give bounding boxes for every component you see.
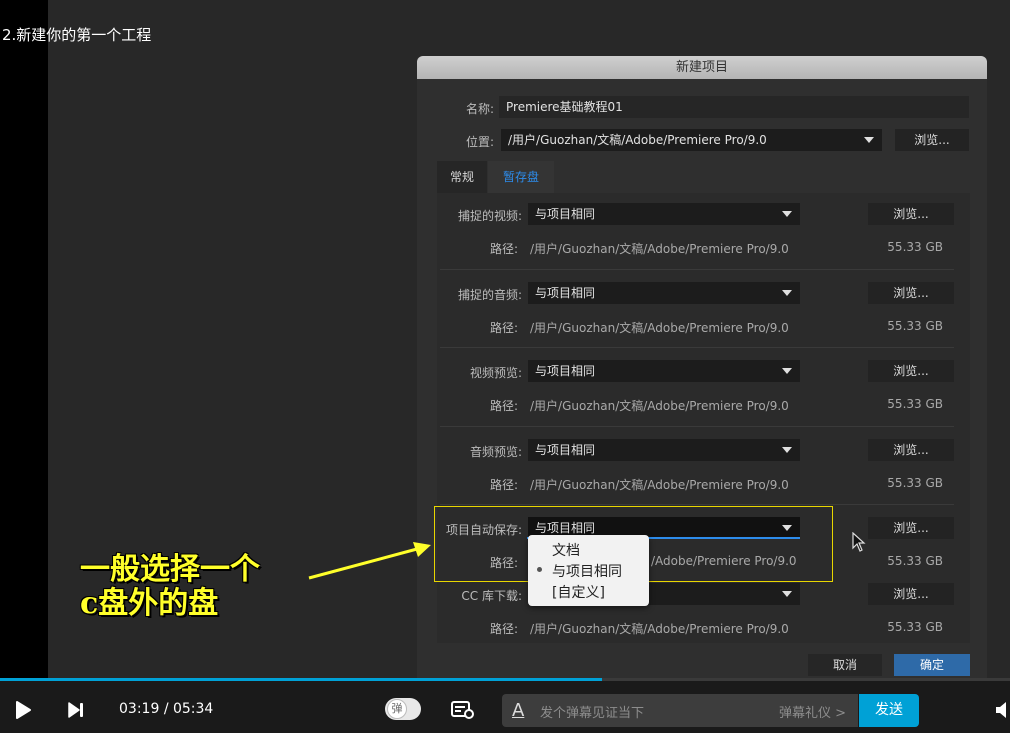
path-label: 路径: — [489, 399, 518, 413]
danmaku-toggle[interactable]: 弹 — [385, 698, 421, 720]
video-preview-size: 55.33 GB — [887, 397, 943, 411]
divider — [440, 426, 954, 427]
captured-audio-size: 55.33 GB — [887, 319, 943, 333]
location-label: 位置: — [465, 135, 494, 149]
chevron-down-icon — [782, 211, 792, 217]
location-value: /用户/Guozhan/文稿/Adobe/Premiere Pro/9.0 — [508, 133, 767, 147]
danmaku-toggle-knob: 弹 — [387, 699, 407, 719]
name-label: 名称: — [465, 102, 494, 116]
danmaku-placeholder: 发个弹幕见证当下 — [540, 706, 645, 721]
auto-save-browse-button[interactable]: 浏览... — [868, 517, 954, 539]
volume-icon[interactable] — [994, 700, 1010, 720]
path-label: 路径: — [489, 478, 518, 492]
play-icon[interactable] — [13, 700, 33, 720]
danmaku-settings-icon[interactable] — [451, 700, 475, 720]
font-style-icon[interactable]: A — [512, 700, 524, 721]
audio-preview-browse-button[interactable]: 浏览... — [868, 439, 954, 461]
captured-video-size: 55.33 GB — [887, 240, 943, 254]
selected-bullet-icon — [537, 567, 542, 572]
captured-audio-value: 与项目相同 — [535, 286, 596, 300]
captured-audio-path: /用户/Guozhan/文稿/Adobe/Premiere Pro/9.0 — [530, 321, 789, 335]
location-select[interactable]: /用户/Guozhan/文稿/Adobe/Premiere Pro/9.0 — [501, 129, 882, 151]
time-separator: / — [163, 701, 169, 717]
path-label: 路径: — [489, 242, 518, 256]
next-icon[interactable] — [66, 700, 86, 720]
annotation-caption: 一般选择一个 c盘外的盘 — [80, 553, 260, 621]
chevron-down-icon — [782, 368, 792, 374]
captured-video-value: 与项目相同 — [535, 207, 596, 221]
divider — [440, 269, 954, 270]
captured-video-select[interactable]: 与项目相同 — [528, 203, 800, 225]
cc-library-browse-button[interactable]: 浏览... — [868, 583, 954, 605]
divider — [440, 347, 954, 348]
captured-video-label: 捕捉的视频: — [457, 209, 522, 223]
video-preview-path: /用户/Guozhan/文稿/Adobe/Premiere Pro/9.0 — [530, 399, 789, 413]
audio-preview-select[interactable]: 与项目相同 — [528, 439, 800, 461]
video-preview-browse-button[interactable]: 浏览... — [868, 360, 954, 382]
tab-general[interactable]: 常规 — [437, 161, 487, 193]
project-name-input[interactable]: Premiere基础教程01 — [499, 96, 969, 118]
divider — [440, 504, 954, 505]
audio-preview-size: 55.33 GB — [887, 476, 943, 490]
arrow-icon — [308, 542, 431, 580]
audio-preview-label: 音频预览: — [469, 445, 522, 459]
path-label: 路径: — [489, 622, 518, 636]
video-preview-label: 视频预览: — [469, 366, 522, 380]
ok-button[interactable]: 确定 — [894, 654, 970, 676]
captured-audio-select[interactable]: 与项目相同 — [528, 282, 800, 304]
video-area[interactable]: 2.新建你的第一个工程 新建项目 名称: Premiere基础教程01 位置: … — [0, 0, 1010, 678]
chevron-down-icon — [782, 591, 792, 597]
auto-save-dropdown-menu: 文档 与项目相同 [自定义] — [528, 535, 649, 606]
location-browse-button[interactable]: 浏览... — [895, 129, 969, 151]
path-label: 路径: — [489, 321, 518, 335]
video-preview-select[interactable]: 与项目相同 — [528, 360, 800, 382]
chevron-down-icon — [782, 447, 792, 453]
duration: 05:34 — [172, 701, 214, 717]
captured-video-path: /用户/Guozhan/文稿/Adobe/Premiere Pro/9.0 — [530, 242, 789, 256]
time-display: 03:19 / 05:34 — [119, 701, 213, 717]
dialog-title: 新建项目 — [417, 56, 987, 79]
cc-library-size: 55.33 GB — [887, 620, 943, 634]
danmaku-etiquette-link[interactable]: 弹幕礼仪 > — [779, 702, 846, 721]
progress-fill — [0, 678, 602, 681]
captured-audio-browse-button[interactable]: 浏览... — [868, 282, 954, 304]
cc-library-path: /用户/Guozhan/文稿/Adobe/Premiere Pro/9.0 — [530, 622, 789, 636]
mouse-cursor-icon — [852, 532, 866, 552]
player-controls: 03:19 / 05:34 弹 A 发个弹幕见证当下 弹幕礼仪 > 发送 — [0, 678, 1010, 733]
dropdown-option-same-as-project[interactable]: 与项目相同 — [552, 561, 622, 581]
annotation-line-2: c盘外的盘 — [80, 586, 219, 621]
cancel-button[interactable]: 取消 — [808, 654, 882, 676]
video-preview-value: 与项目相同 — [535, 364, 596, 378]
current-time: 03:19 — [119, 701, 160, 717]
captured-video-browse-button[interactable]: 浏览... — [868, 203, 954, 225]
annotation-line-1: 一般选择一个 — [80, 552, 260, 587]
auto-save-size: 55.33 GB — [887, 554, 943, 568]
progress-bar[interactable] — [0, 678, 1010, 681]
captured-audio-label: 捕捉的音频: — [457, 288, 522, 302]
audio-preview-value: 与项目相同 — [535, 443, 596, 457]
cc-library-label: CC 库下载: — [461, 589, 522, 603]
audio-preview-path: /用户/Guozhan/文稿/Adobe/Premiere Pro/9.0 — [530, 478, 789, 492]
chevron-down-icon — [864, 137, 874, 143]
tab-scratch-disks[interactable]: 暂存盘 — [488, 161, 554, 193]
chevron-down-icon — [782, 290, 792, 296]
send-button[interactable]: 发送 — [859, 694, 919, 727]
danmaku-input[interactable]: A 发个弹幕见证当下 弹幕礼仪 > — [502, 694, 858, 727]
video-title: 2.新建你的第一个工程 — [2, 26, 152, 44]
dropdown-option-documents[interactable]: 文档 — [552, 540, 580, 560]
dropdown-option-custom[interactable]: [自定义] — [552, 582, 605, 602]
